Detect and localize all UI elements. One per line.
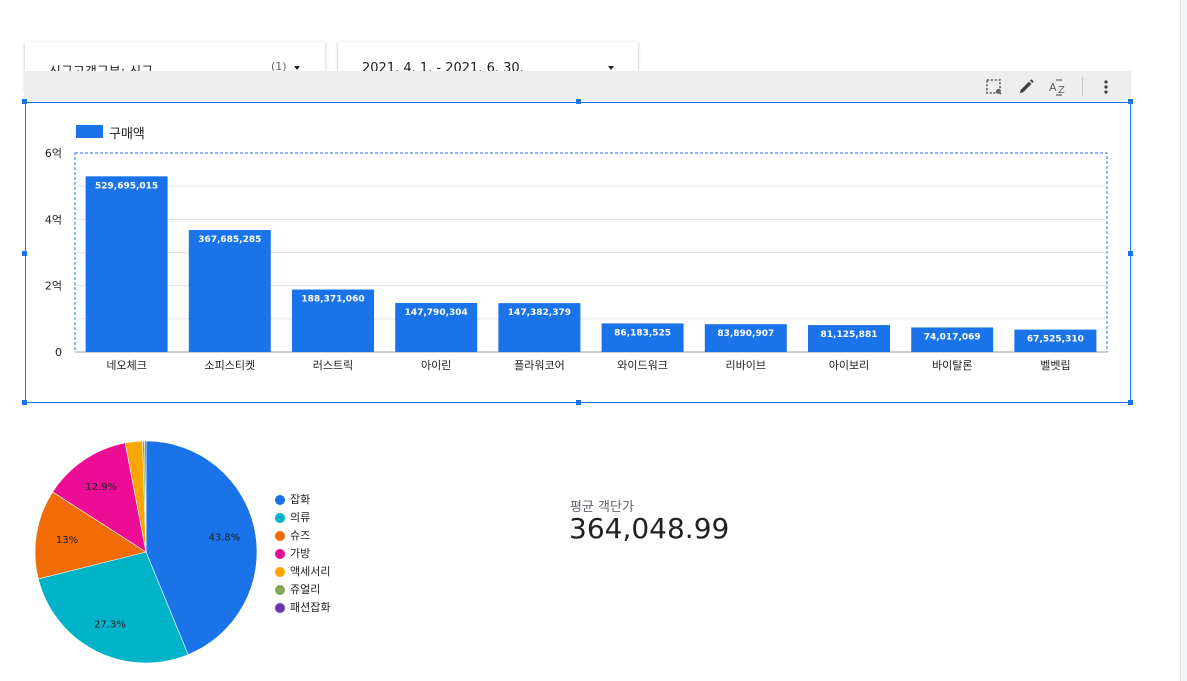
resize-handle[interactable] bbox=[22, 99, 27, 104]
pie-slice-label: 13% bbox=[56, 535, 78, 546]
pie-legend-label: 의류 bbox=[290, 511, 311, 524]
pie-slice-label: 43.8% bbox=[209, 533, 241, 544]
chart-selection-frame[interactable] bbox=[25, 102, 1131, 403]
resize-handle[interactable] bbox=[1128, 251, 1133, 256]
pie-legend-item[interactable]: 슈즈 bbox=[275, 527, 330, 545]
pie-legend-item[interactable]: 잡화 bbox=[275, 491, 330, 509]
pie-legend-item[interactable]: 쥬얼리 bbox=[275, 581, 330, 599]
pie-legend-label: 패션잡화 bbox=[290, 601, 331, 614]
resize-handle[interactable] bbox=[22, 251, 27, 256]
resize-handle[interactable] bbox=[1128, 99, 1133, 104]
chart-toolbar: A Z bbox=[24, 71, 1131, 101]
pie-legend-item[interactable]: 패션잡화 bbox=[275, 599, 330, 617]
chevron-down-icon[interactable] bbox=[294, 66, 300, 70]
resize-handle[interactable] bbox=[22, 400, 27, 405]
pie-legend-item[interactable]: 가방 bbox=[275, 545, 330, 563]
legend-dot-icon bbox=[275, 585, 285, 595]
edit-pencil-icon[interactable] bbox=[1017, 78, 1035, 96]
pie-legend-label: 액세서리 bbox=[290, 565, 331, 578]
legend-dot-icon bbox=[275, 513, 285, 523]
sort-az-icon[interactable]: A Z bbox=[1048, 78, 1070, 96]
pie-legend: 잡화 의류 슈즈 가방 액세서리 쥬얼리 패션잡화 bbox=[275, 491, 330, 617]
legend-dot-icon bbox=[275, 549, 285, 559]
legend-dot-icon bbox=[275, 567, 285, 577]
resize-handle[interactable] bbox=[576, 99, 581, 104]
select-area-icon[interactable] bbox=[985, 78, 1003, 96]
scorecard-value: 364,048.99 bbox=[569, 512, 730, 545]
pie-legend-label: 잡화 bbox=[290, 493, 311, 506]
pie-legend-item[interactable]: 의류 bbox=[275, 509, 330, 527]
pie-chart: 43.8% 27.3% 13% 12.9% bbox=[34, 440, 258, 664]
resize-handle[interactable] bbox=[576, 400, 581, 405]
resize-handle[interactable] bbox=[1128, 400, 1133, 405]
legend-swatch bbox=[76, 125, 103, 138]
chevron-down-icon[interactable] bbox=[608, 66, 614, 70]
legend-dot-icon bbox=[275, 495, 285, 505]
pie-slice-label: 12.9% bbox=[85, 482, 117, 493]
pie-legend-item[interactable]: 액세서리 bbox=[275, 563, 330, 581]
legend-dot-icon bbox=[275, 531, 285, 541]
legend-dot-icon bbox=[275, 603, 285, 613]
svg-text:Z: Z bbox=[1058, 85, 1065, 96]
pie-slice-label: 27.3% bbox=[94, 619, 126, 630]
pie-legend-label: 쥬얼리 bbox=[290, 583, 321, 596]
pie-legend-label: 슈즈 bbox=[290, 529, 311, 542]
toolbar-divider bbox=[1082, 77, 1083, 96]
svg-text:A: A bbox=[1049, 81, 1057, 94]
more-vert-icon[interactable] bbox=[1097, 78, 1115, 96]
pie-legend-label: 가방 bbox=[290, 547, 311, 560]
legend-label: 구매액 bbox=[109, 127, 145, 142]
page-scrollbar-track[interactable] bbox=[1180, 0, 1187, 681]
